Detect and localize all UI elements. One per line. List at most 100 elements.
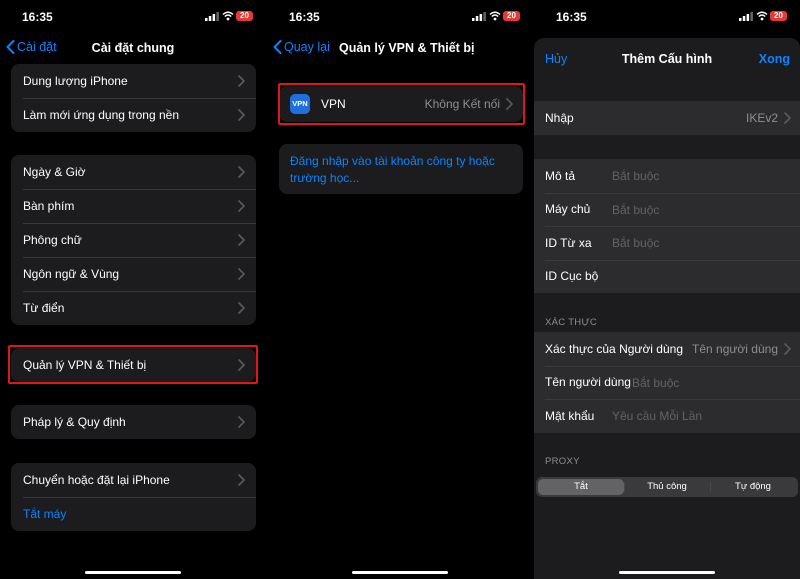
status-time: 16:35 [556,10,587,24]
back-button[interactable]: Quay lại [273,40,330,54]
settings-row-date-time[interactable]: Ngày & Giờ [11,155,256,189]
type-group: Nhập IKEv2 [534,101,800,135]
page-title: Cài đặt chung [91,41,175,55]
page-title: Quản lý VPN & Thiết bị [339,41,475,55]
vpn-status: Không Kết nối [424,97,500,111]
reset-group: Chuyển hoặc đặt lại iPhone Tắt máy [11,463,256,531]
remote-id-row[interactable]: ID Từ xa Bắt buộc [534,226,800,260]
description-row[interactable]: Mô tả Bắt buộc [534,159,800,193]
row-label: Ngày & Giờ [23,165,86,179]
proxy-auto-segment[interactable]: Tự động [710,479,796,495]
password-row[interactable]: Mật khẩu Yêu cầu Mỗi Lần [534,399,800,433]
username-field[interactable]: Bắt buộc [632,376,679,390]
vpn-row[interactable]: VPN VPN Không Kết nối [279,86,523,122]
vpn-label: VPN [321,97,346,111]
row-label: Ngôn ngữ & Vùng [23,267,120,281]
config-sheet: Hủy Thêm Cấu hình Xong Nhập IKEv2 Mô tả … [534,38,800,579]
local-id-label: ID Cục bộ [545,269,599,284]
row-label: Chuyển hoặc đặt lại iPhone [23,473,170,487]
row-label: Tắt máy [23,507,67,521]
chevron-right-icon [238,166,245,178]
settings-row-background-refresh[interactable]: Làm mới ứng dụng trong nền [11,98,256,132]
settings-row-vpn-device-management[interactable]: Quản lý VPN & Thiết bị [11,348,256,382]
chevron-right-icon [238,109,245,121]
chevron-right-icon [238,474,245,486]
chevron-right-icon [784,112,791,124]
wifi-icon [489,11,501,21]
vpn-group: Quản lý VPN & Thiết bị [11,348,256,382]
settings-row-language-region[interactable]: Ngôn ngữ & Vùng [11,257,256,291]
locale-group: Ngày & Giờ Bàn phím Phông chữ Ngôn ngữ &… [11,155,256,325]
status-bar: 16:35 20 [534,0,800,34]
chevron-right-icon [784,343,791,355]
status-bar: 16:35 20 [0,0,266,34]
user-auth-value: Tên người dùng [692,342,778,356]
password-field[interactable]: Yêu cầu Mỗi Lần [612,409,702,423]
local-id-row[interactable]: ID Cục bộ [534,259,800,294]
row-label: Làm mới ứng dụng trong nền [23,108,179,122]
server-label: Máy chủ [545,202,591,217]
description-label: Mô tả [545,168,576,183]
vpn-device-management-screen: 16:35 20 Quay lại Quản lý VPN & Thiết bị… [267,0,533,579]
status-time: 16:35 [289,10,320,24]
home-indicator [85,571,181,574]
remote-id-label: ID Từ xa [545,235,592,250]
row-label: Từ điển [23,301,65,315]
home-indicator [619,571,715,574]
cellular-signal-icon [205,12,219,21]
description-field[interactable]: Bắt buộc [612,169,659,183]
row-label: Bàn phím [23,199,75,213]
battery-icon: 20 [503,11,520,21]
password-label: Mật khẩu [545,408,595,423]
cellular-signal-icon [472,12,486,21]
wifi-icon [756,11,768,21]
username-row[interactable]: Tên người dùng Bắt buộc [534,365,800,400]
chevron-right-icon [238,416,245,428]
settings-row-transfer-reset[interactable]: Chuyển hoặc đặt lại iPhone [11,463,256,497]
chevron-right-icon [238,75,245,87]
type-value: IKEv2 [745,111,778,125]
server-field[interactable]: Bắt buộc [612,203,659,217]
user-auth-row[interactable]: Xác thực của Người dùng Tên người dùng [534,332,800,366]
chevron-right-icon [506,98,513,110]
done-button[interactable]: Xong [759,52,790,66]
general-settings-screen: 16:35 20 Cài đặt Cài đặt chung Dung lượn… [0,0,266,579]
chevron-left-icon [273,40,282,54]
home-indicator [352,571,448,574]
remote-id-field[interactable]: Bắt buộc [612,236,659,250]
battery-icon: 20 [236,11,253,21]
settings-row-keyboard[interactable]: Bàn phím [11,189,256,223]
proxy-off-segment[interactable]: Tắt [538,479,624,495]
settings-row-dictionary[interactable]: Từ điển [11,291,256,325]
shutdown-button[interactable]: Tắt máy [11,497,256,531]
battery-icon: 20 [770,11,787,21]
settings-row-iphone-storage[interactable]: Dung lượng iPhone [11,64,256,98]
settings-row-legal[interactable]: Pháp lý & Quy định [11,405,256,439]
chevron-right-icon [238,268,245,280]
status-bar: 16:35 20 [267,0,533,34]
chevron-right-icon [238,234,245,246]
chevron-right-icon [238,302,245,314]
proxy-segmented-control: Tắt Thủ công Tự động [536,477,798,497]
row-label: Quản lý VPN & Thiết bị [23,358,147,372]
cellular-signal-icon [739,12,753,21]
server-group: Mô tả Bắt buộc Máy chủ Bắt buộc ID Từ xa… [534,159,800,293]
legal-group: Pháp lý & Quy định [11,405,256,439]
auth-group: Xác thực của Người dùng Tên người dùng T… [534,332,800,433]
settings-row-fonts[interactable]: Phông chữ [11,223,256,257]
nav-bar: Cài đặt Cài đặt chung [0,34,266,62]
nav-bar: Quay lại Quản lý VPN & Thiết bị [267,34,533,62]
type-row[interactable]: Nhập IKEv2 [534,101,800,135]
server-row[interactable]: Máy chủ Bắt buộc [534,192,800,227]
user-auth-label: Xác thực của Người dùng [545,341,684,356]
type-label: Nhập [545,110,574,125]
chevron-right-icon [238,200,245,212]
work-school-login-link[interactable]: Đăng nhập vào tài khoản công ty hoặc trư… [279,144,523,194]
proxy-manual-segment[interactable]: Thủ công [624,479,710,495]
status-time: 16:35 [22,10,53,24]
sheet-nav-bar: Hủy Thêm Cấu hình Xong [534,38,800,80]
proxy-section-header: PROXY [545,456,580,467]
vpn-icon: VPN [290,94,310,114]
wifi-icon [222,11,234,21]
auth-section-header: XÁC THỰC [545,317,598,328]
